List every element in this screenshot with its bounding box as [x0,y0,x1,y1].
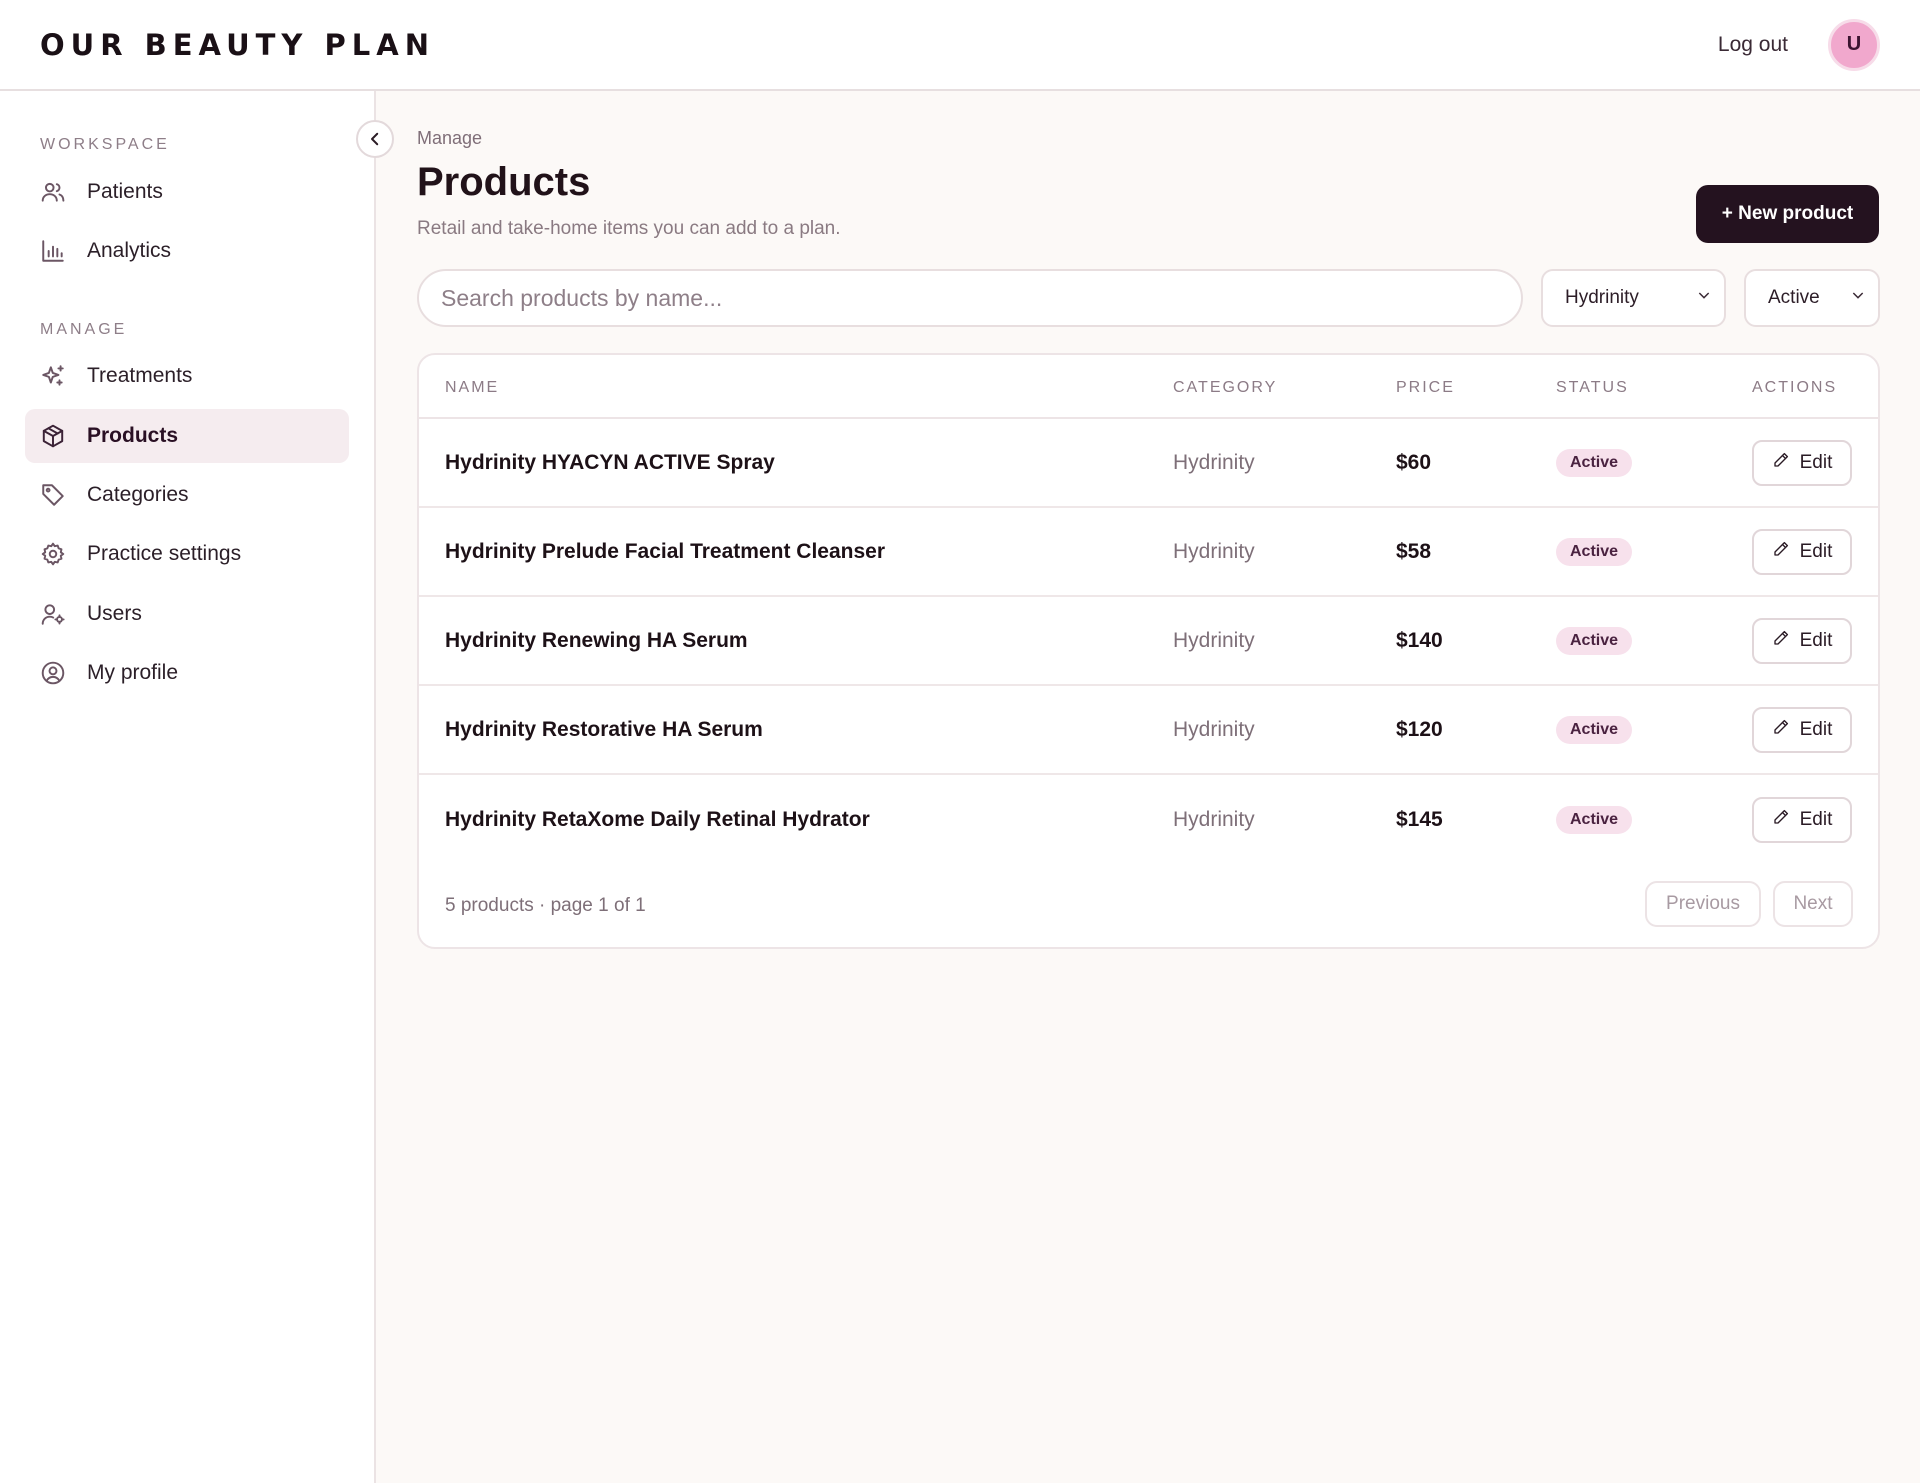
product-name: Hydrinity Restorative HA Serum [445,717,763,741]
sidebar-item-practice-settings[interactable]: Practice settings [25,527,349,581]
category-filter-select[interactable]: Hydrinity [1541,269,1726,327]
product-name: Hydrinity RetaXome Daily Retinal Hydrato… [445,807,870,831]
page-title: Products [417,160,591,204]
column-header-category[interactable]: CATEGORY [1173,379,1277,397]
status-badge: Active [1556,805,1633,834]
pencil-icon [1772,540,1790,564]
sidebar-item-label: Users [87,602,142,625]
previous-page-button[interactable]: Previous [1645,881,1761,927]
sidebar-item-users[interactable]: Users [25,587,349,641]
table-row[interactable]: Hydrinity Prelude Facial Treatment Clean… [419,508,1878,597]
user-cog-icon [39,600,67,628]
top-bar: OUR BEAUTY PLAN Log out U [0,0,1920,91]
sidebar-item-label: Practice settings [87,542,242,565]
status-filter-select[interactable]: Active [1744,269,1880,327]
edit-button[interactable]: Edit [1752,617,1852,664]
sidebar-item-patients[interactable]: Patients [25,165,349,219]
bar-chart-icon [39,237,67,265]
sidebar-item-label: Products [87,424,179,447]
logout-link[interactable]: Log out [1718,33,1788,57]
sparkles-icon [39,362,67,390]
new-product-button[interactable]: + New product [1696,185,1879,243]
table-row[interactable]: Hydrinity Renewing HA Serum Hydrinity $1… [419,597,1878,686]
product-category: Hydrinity [1173,628,1255,652]
sidebar-item-analytics[interactable]: Analytics [25,224,349,278]
product-price: $60 [1396,450,1432,474]
edit-label: Edit [1799,718,1833,740]
workspace-section-label: WORKSPACE [40,136,170,153]
sidebar-item-label: Patients [87,180,163,203]
product-name: Hydrinity Renewing HA Serum [445,628,748,652]
category-filter-value: Hydrinity [1565,287,1639,308]
sidebar-item-label: Categories [87,483,189,506]
product-category: Hydrinity [1173,807,1255,831]
edit-button[interactable]: Edit [1752,706,1852,753]
table-header: NAME CATEGORY PRICE STATUS ACTIONS [419,355,1878,419]
edit-label: Edit [1799,451,1833,473]
sidebar-item-my-profile[interactable]: My profile [25,646,349,700]
status-filter-value: Active [1768,287,1820,308]
products-table: NAME CATEGORY PRICE STATUS ACTIONS Hydri… [417,353,1880,949]
header-actions: Log out U [1718,18,1880,71]
product-price: $58 [1396,539,1432,563]
sidebar-item-label: Analytics [87,239,172,262]
sidebar-item-products[interactable]: Products [25,409,349,463]
brand-logo[interactable]: OUR BEAUTY PLAN [40,28,435,62]
chevron-down-icon [1850,287,1866,309]
product-category: Hydrinity [1173,539,1255,563]
column-header-status[interactable]: STATUS [1556,379,1629,397]
status-badge: Active [1556,715,1633,744]
manage-section-label: MANAGE [40,321,128,338]
breadcrumb[interactable]: Manage [417,128,482,149]
table-row[interactable]: Hydrinity Restorative HA Serum Hydrinity… [419,686,1878,775]
sidebar-item-categories[interactable]: Categories [25,468,349,522]
pencil-icon [1772,451,1790,475]
pencil-icon [1772,808,1790,832]
edit-button[interactable]: Edit [1752,528,1852,575]
product-name: Hydrinity HYACYN ACTIVE Spray [445,450,775,474]
tag-icon [39,481,67,509]
product-category: Hydrinity [1173,450,1255,474]
status-badge: Active [1556,448,1633,477]
edit-button[interactable]: Edit [1752,796,1852,843]
column-header-name[interactable]: NAME [445,379,499,397]
sidebar-item-label: My profile [87,661,179,684]
edit-label: Edit [1799,540,1833,562]
user-circle-icon [39,659,67,687]
pagination-summary: 5 products · page 1 of 1 [445,895,646,916]
sidebar: WORKSPACE Patients Analytics MANAGE Trea… [0,91,376,1483]
sidebar-collapse-button[interactable] [356,120,394,158]
status-badge: Active [1556,537,1633,566]
next-page-button[interactable]: Next [1773,881,1853,927]
table-row[interactable]: Hydrinity HYACYN ACTIVE Spray Hydrinity … [419,419,1878,508]
sidebar-item-treatments[interactable]: Treatments [25,349,349,403]
pencil-icon [1772,718,1790,742]
column-header-actions: ACTIONS [1752,379,1838,396]
table-row[interactable]: Hydrinity RetaXome Daily Retinal Hydrato… [419,775,1878,864]
avatar[interactable]: U [1828,18,1880,71]
edit-button[interactable]: Edit [1752,439,1852,486]
edit-label: Edit [1799,629,1833,651]
product-category: Hydrinity [1173,717,1255,741]
page-subtitle: Retail and take-home items you can add t… [417,218,841,239]
gear-icon [39,540,67,568]
chevron-down-icon [1696,287,1712,309]
chevron-left-icon [366,130,384,148]
pencil-icon [1772,629,1790,653]
sidebar-item-label: Treatments [87,364,193,387]
column-header-price[interactable]: PRICE [1396,379,1455,397]
search-input[interactable] [417,269,1523,327]
product-price: $145 [1396,807,1443,831]
product-price: $140 [1396,628,1443,652]
status-badge: Active [1556,626,1633,655]
box-icon [39,422,67,450]
users-icon [39,178,67,206]
edit-label: Edit [1799,808,1833,830]
product-name: Hydrinity Prelude Facial Treatment Clean… [445,539,885,563]
product-price: $120 [1396,717,1443,741]
